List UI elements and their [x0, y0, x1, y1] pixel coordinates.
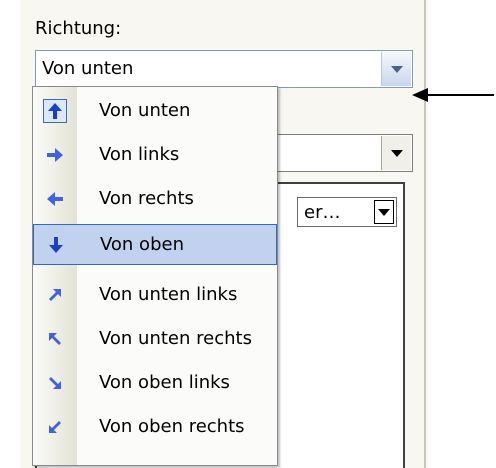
dropdown-item-von-unten-rechts[interactable]: Von unten rechts [33, 319, 277, 360]
dropdown-item-von-unten[interactable]: Von unten [33, 91, 277, 132]
chevron-down-icon [390, 149, 403, 157]
arrow-up-icon [43, 99, 67, 123]
chevron-down-icon [378, 208, 390, 216]
arrow-up-left-icon [43, 327, 67, 351]
direction-dropdown-list: Von unten Von links Von rechts Von oben … [32, 86, 278, 466]
dropdown-item-von-links[interactable]: Von links [33, 135, 277, 176]
dropdown-item-label: Von unten [99, 100, 191, 121]
arrow-up-right-icon [43, 283, 67, 307]
direction-label: Richtung: [35, 18, 122, 39]
speed-combo-dropdown-button[interactable] [381, 136, 411, 170]
dropdown-item-label: Von unten links [99, 284, 238, 305]
dropdown-item-label: Von oben rechts [99, 416, 245, 437]
dropdown-item-label: Von links [99, 144, 180, 165]
dropdown-item-von-rechts[interactable]: Von rechts [33, 179, 277, 220]
dropdown-item-von-oben[interactable]: Von oben [33, 224, 277, 265]
arrow-right-icon [43, 143, 67, 167]
arrow-left-icon [43, 187, 67, 211]
dropdown-item-von-unten-links[interactable]: Von unten links [33, 275, 277, 316]
dropdown-item-von-oben-links[interactable]: Von oben links [33, 363, 277, 404]
direction-combo-dropdown-button[interactable] [381, 52, 411, 86]
arrow-down-right-icon [43, 371, 67, 395]
effect-options-combo-value: er… [304, 202, 341, 223]
dropdown-item-von-oben-rechts[interactable]: Von oben rechts [33, 407, 277, 448]
effect-options-combo[interactable]: er… [297, 197, 397, 227]
arrow-down-left-icon [43, 415, 67, 439]
dropdown-item-label: Von rechts [99, 188, 194, 209]
direction-combo[interactable]: Von unten [35, 50, 413, 88]
direction-combo-value: Von unten [42, 58, 134, 79]
effect-options-dropdown-button[interactable] [374, 200, 394, 224]
chevron-down-icon [390, 65, 403, 73]
dropdown-item-label: Von oben links [99, 372, 230, 393]
pointer-arrow-icon [412, 88, 494, 102]
task-pane-border [424, 0, 426, 468]
dropdown-item-label: Von oben [100, 234, 184, 255]
arrow-down-icon [44, 233, 68, 257]
dropdown-item-label: Von unten rechts [99, 328, 252, 349]
